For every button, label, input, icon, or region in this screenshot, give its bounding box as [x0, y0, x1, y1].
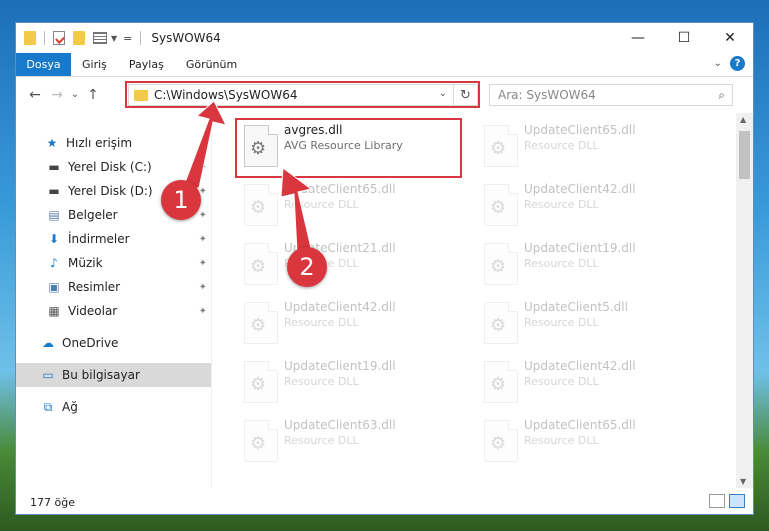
annotation-arrows: [182, 100, 313, 253]
arrow-to-address: [182, 100, 227, 189]
step-2-badge: 2: [287, 247, 327, 287]
step-1-badge: 1: [161, 180, 201, 220]
arrow-to-file: [280, 167, 313, 253]
